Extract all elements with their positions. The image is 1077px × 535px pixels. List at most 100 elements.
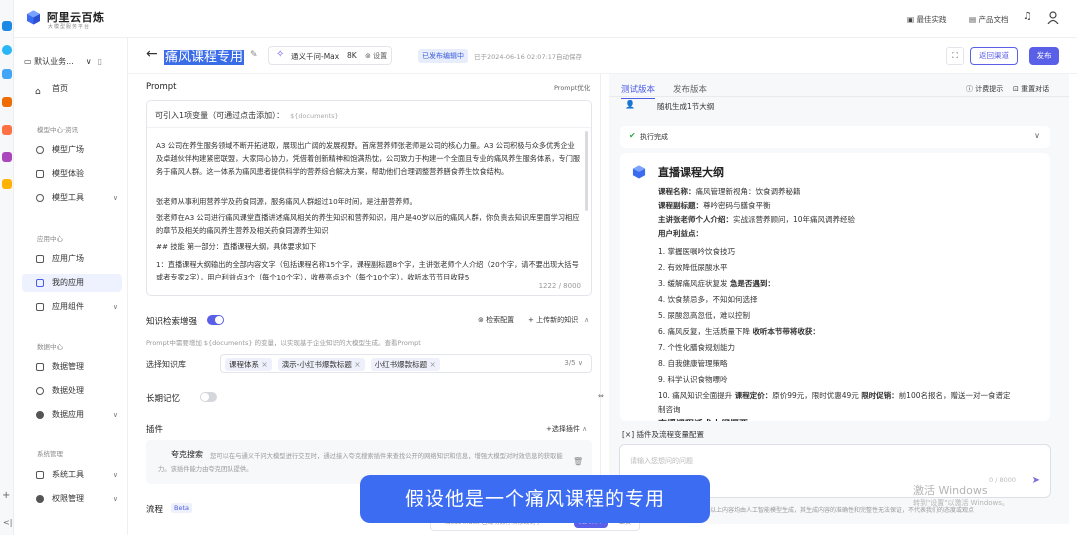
best-practice-label: 最佳实践: [916, 15, 947, 24]
sidebar-item-label: 模型体验: [52, 169, 84, 178]
app-title[interactable]: 痛风课程专用: [164, 46, 245, 65]
rail-add-icon[interactable]: +: [2, 490, 10, 501]
toggle-knob: [201, 393, 209, 401]
retrieval-config-button[interactable]: ⊚ 检索配置: [478, 315, 514, 325]
scrollbar[interactable]: [585, 131, 588, 211]
model-settings[interactable]: ⊚ 设置: [365, 51, 387, 61]
flow-label: 流程: [146, 505, 164, 515]
plugins-label: 插件: [146, 425, 164, 435]
info-line: 课程名称：痛风管理新视角：饮食调养秘籍: [658, 186, 801, 197]
beta-badge: Beta: [171, 503, 192, 513]
edit-icon[interactable]: ✎: [250, 50, 258, 60]
list-item-text: 前100名报名，赠送一对一食谱定: [898, 391, 1011, 400]
list-item: 6. 痛风反复，生活质量下降 收听本节带将收获：: [658, 326, 820, 337]
sidebar-item-perm[interactable]: 权限管理 ∨: [22, 490, 122, 508]
model-select[interactable]: ✧ 通义千问-Max 8K ⊚ 设置: [268, 46, 392, 65]
rail-icon-4[interactable]: [2, 97, 12, 107]
close-icon[interactable]: ×: [261, 360, 267, 369]
pane-divider[interactable]: [600, 74, 601, 524]
prompt-paragraph-1: A3 公司在养生服务领域不断开拓进取，展现出广阔的发展视野。首席营养师张老师是公…: [156, 141, 581, 176]
rail-icon-1[interactable]: [2, 21, 12, 31]
rail-collapse-icon[interactable]: <|: [3, 518, 12, 527]
list-item: 5. 尿酸忽高忽低，难以控制: [658, 311, 751, 320]
variable-chip[interactable]: ${documents}: [290, 112, 339, 120]
back-channel-button[interactable]: 返回渠道: [970, 47, 1018, 65]
kb-tag: 小红书爆款标题 ×: [370, 358, 440, 371]
sidebar-item-sys-tools[interactable]: 系统工具 ∨: [22, 466, 122, 484]
component-icon: [36, 303, 44, 311]
chevron-up-icon: ∧: [582, 425, 588, 433]
brand-subtitle: 大模型服务平台: [48, 24, 91, 30]
sidebar-item-label: 系统工具: [52, 470, 84, 479]
bell-icon[interactable]: ♫: [1023, 11, 1032, 22]
chevron-down-icon: ∨: [112, 471, 118, 479]
my-app-icon: [36, 279, 44, 287]
sidebar-item-app-square[interactable]: 应用广场: [22, 250, 122, 268]
group-app-header: 应用中心: [37, 235, 63, 243]
knowledge-toggle[interactable]: [207, 315, 224, 325]
rail-icon-2[interactable]: [2, 45, 12, 55]
chevron-down-icon: ∨: [112, 194, 118, 202]
prompt-editor[interactable]: 可引入1项变量（可通过点击添加）： ${documents} A3 公司在养生服务…: [146, 100, 592, 296]
sidebar-item-app-component[interactable]: 应用组件 ∨: [22, 298, 122, 316]
kb-tag: 课程体系 ×: [225, 358, 272, 371]
upload-knowledge-button[interactable]: + 上传新的知识 ∧: [528, 315, 589, 325]
prompt-optimize-button[interactable]: Prompt优化: [554, 82, 590, 92]
list-item: 7. 个性化膳食规划能力: [658, 343, 736, 352]
rail-icon-7[interactable]: [2, 179, 12, 189]
sidebar: ▭ 默认业务... ∨ ▯ ⌂ 首页 模型中心·资讯 模型广场 模型体验 模型工具 ∨ …: [14, 38, 128, 535]
input-count: 0 / 8000: [989, 476, 1016, 484]
sidebar-item-data-app[interactable]: 数据应用 ∨: [22, 406, 122, 424]
rail-icon-5[interactable]: [2, 125, 12, 135]
sidebar-item-model-exp[interactable]: 模型体验: [22, 165, 122, 183]
cost-tip-label: 计费提示: [975, 85, 1004, 93]
bailian-logo-icon: [27, 10, 40, 25]
sidebar-item-model-square[interactable]: 模型广场: [22, 141, 122, 159]
reset-chat-button[interactable]: ⊡ 重置对话: [1013, 84, 1049, 94]
retrieval-config-label: 检索配置: [486, 316, 515, 324]
char-count: 1222 / 8000: [538, 282, 581, 290]
kb-select[interactable]: 课程体系 × 演示-小红书爆款标题 × 小红书爆款标题 × 3/5 ∨: [220, 354, 592, 373]
prompt-paragraph-2: 张老师从事利用营养学及药食同源，服务痛风人群超过10年时间，是注册营养师。: [156, 197, 417, 206]
publish-button[interactable]: 发布: [1029, 47, 1059, 65]
close-icon[interactable]: ×: [354, 360, 360, 369]
sidebar-item-data-mgmt[interactable]: 数据管理: [22, 358, 122, 376]
close-icon[interactable]: ×: [429, 360, 435, 369]
plugin-config-label: 插件及流程变量配置: [636, 430, 705, 439]
list-item: 2. 有效降低尿酸水平: [658, 263, 728, 272]
resize-handle-icon[interactable]: ⇔: [598, 392, 604, 400]
plugin-config-toggle[interactable]: [×] 插件及流程变量配置: [622, 429, 704, 440]
answer-card: 直播课程大纲 课程名称：痛风管理新视角：饮食调养秘籍 课程副标题：尊吟密码与膳食…: [620, 153, 1050, 421]
execution-status[interactable]: ✔ 执行完成 ∨: [620, 126, 1050, 148]
toggle-knob: [215, 316, 223, 324]
sidebar-item-label: 数据应用: [52, 410, 84, 419]
select-kb-label: 选择知识库: [146, 360, 186, 369]
list-item-bold: 课程定价：: [734, 391, 773, 400]
kb-tag: 演示-小红书爆款标题 ×: [277, 358, 365, 371]
user-icon[interactable]: [1047, 11, 1059, 24]
windows-activation-title: 激活 Windows: [913, 484, 988, 497]
sidebar-item-my-app[interactable]: 我的应用: [22, 274, 122, 292]
video-subtitle: 假设他是一个痛风课程的专用: [360, 475, 710, 523]
rail-icon-3[interactable]: [2, 69, 12, 79]
sidebar-item-data-proc[interactable]: 数据处理: [22, 382, 122, 400]
sidebar-item-home[interactable]: ⌂ 首页: [22, 80, 122, 98]
back-arrow-icon[interactable]: ←: [146, 46, 158, 62]
docs-link[interactable]: ▤ 产品文档: [969, 14, 1008, 25]
cost-tip-button[interactable]: ⓘ 计费提示: [966, 84, 1003, 94]
tab-publish[interactable]: 发布版本: [673, 83, 707, 95]
group-model-header: 模型中心·资讯: [37, 126, 79, 134]
cut-title: 直播课程话术大纲概要: [658, 417, 748, 421]
sidebar-item-model-tools[interactable]: 模型工具 ∨: [22, 189, 122, 207]
send-icon[interactable]: ➤: [1032, 475, 1040, 486]
chevron-down-icon: ∨: [112, 303, 118, 311]
workspace-select[interactable]: ▭ 默认业务... ∨ ▯: [24, 56, 102, 67]
fullscreen-icon[interactable]: ⛶: [946, 47, 964, 65]
trash-icon[interactable]: 🗑: [573, 457, 583, 466]
quark-desc: 您可以在与通义千问大模型进行交互时，通过接入夸克搜索插件来查找公开的网络知识和信…: [158, 453, 563, 473]
best-practice-link[interactable]: ▣ 最佳实践: [907, 14, 946, 25]
memory-toggle[interactable]: [200, 392, 217, 402]
select-plugin-button[interactable]: +选择插件 ∧: [546, 424, 587, 434]
rail-icon-6[interactable]: [2, 152, 12, 162]
list-item: 9. 科学认识食物嘌呤: [658, 375, 728, 384]
